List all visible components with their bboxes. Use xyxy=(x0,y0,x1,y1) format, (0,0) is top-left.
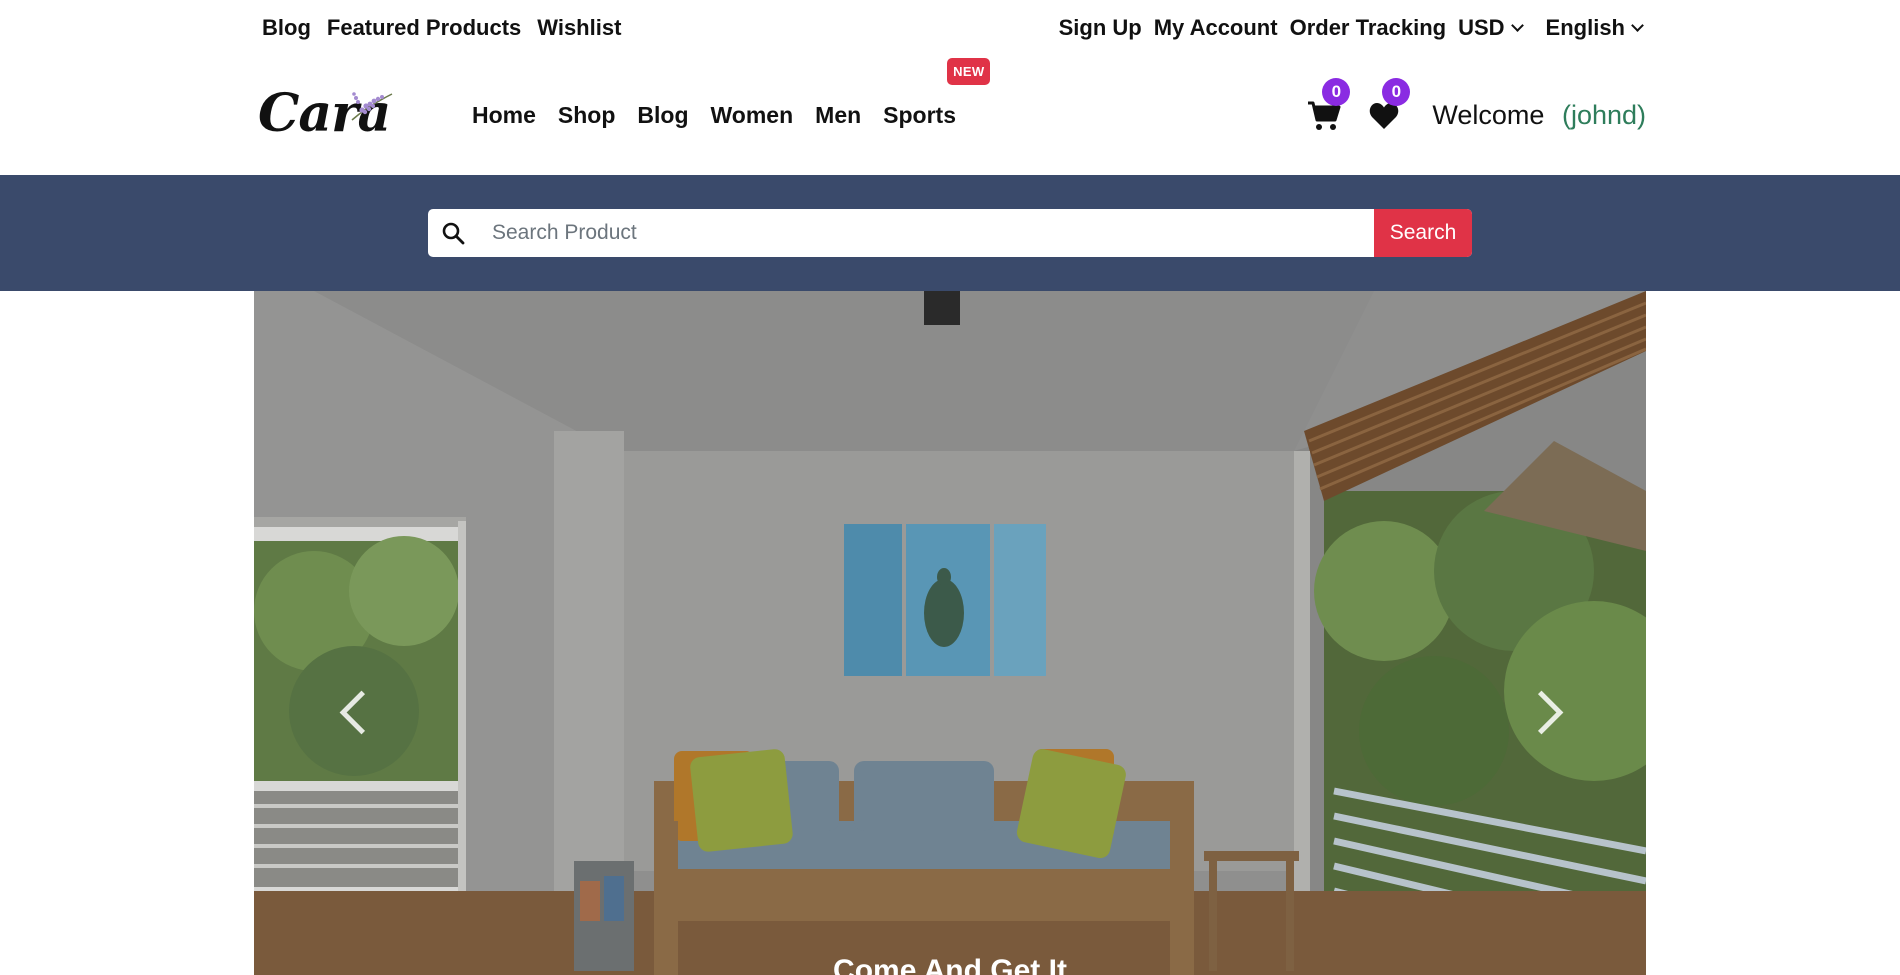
order-tracking-link[interactable]: Order Tracking xyxy=(1290,15,1447,41)
heart-icon xyxy=(1370,102,1399,129)
nav-sports[interactable]: Sports NEW xyxy=(883,58,991,129)
lavender-sprig-icon xyxy=(351,92,393,121)
hero-slider: Come And Get It xyxy=(254,291,1646,975)
search-band: Search xyxy=(0,175,1900,291)
sign-up-link[interactable]: Sign Up xyxy=(1059,15,1142,41)
hero-caption: Come And Get It xyxy=(833,954,1067,975)
my-account-link[interactable]: My Account xyxy=(1154,15,1278,41)
currency-dropdown[interactable]: USD xyxy=(1458,15,1525,41)
language-dropdown[interactable]: English xyxy=(1546,15,1646,41)
chevron-right-icon xyxy=(1519,690,1564,735)
cart-button[interactable]: 0 xyxy=(1304,77,1351,136)
top-left-links: Blog Featured Products Wishlist xyxy=(262,0,621,56)
top-utility-bar: Blog Featured Products Wishlist Sign Up … xyxy=(254,0,1646,56)
nav-sports-label: Sports xyxy=(883,102,956,128)
nav-blog[interactable]: Blog xyxy=(637,102,688,129)
top-link-blog[interactable]: Blog xyxy=(262,15,311,41)
cart-count-badge: 0 xyxy=(1322,77,1351,106)
welcome-text: Welcome xyxy=(1432,100,1545,130)
search-button[interactable]: Search xyxy=(1374,209,1472,257)
top-link-featured-products[interactable]: Featured Products xyxy=(327,15,521,41)
top-link-wishlist[interactable]: Wishlist xyxy=(537,15,621,41)
wishlist-button[interactable]: 0 xyxy=(1364,77,1411,136)
slider-prev-button[interactable] xyxy=(334,679,384,749)
chevron-down-icon xyxy=(1631,19,1644,32)
nav-shop[interactable]: Shop xyxy=(558,102,616,129)
search-input[interactable] xyxy=(478,209,1374,257)
living-room-image xyxy=(254,291,1646,975)
chevron-down-icon xyxy=(1510,19,1524,32)
site-logo[interactable]: Cara xyxy=(258,84,393,144)
main-header: Cara Home Shop Blog Women Men Sports NEW xyxy=(254,56,1646,175)
nav-women[interactable]: Women xyxy=(711,102,794,129)
username-link[interactable]: (johnd) xyxy=(1562,100,1646,130)
new-badge: NEW xyxy=(947,58,991,85)
top-right-links: Sign Up My Account Order Tracking USD En… xyxy=(1059,0,1646,56)
welcome-message: Welcome (johnd) xyxy=(1432,100,1646,131)
main-nav: Home Shop Blog Women Men Sports NEW xyxy=(472,56,991,175)
wishlist-count-badge: 0 xyxy=(1382,77,1411,106)
search-icon xyxy=(428,209,478,257)
nav-men[interactable]: Men xyxy=(815,102,861,129)
search-box: Search xyxy=(428,209,1472,257)
header-actions: 0 0 Welcome (johnd) xyxy=(1284,56,1646,175)
language-value: English xyxy=(1545,15,1625,40)
currency-value: USD xyxy=(1458,15,1505,40)
slider-next-button[interactable] xyxy=(1519,679,1566,749)
nav-home[interactable]: Home xyxy=(472,102,536,129)
